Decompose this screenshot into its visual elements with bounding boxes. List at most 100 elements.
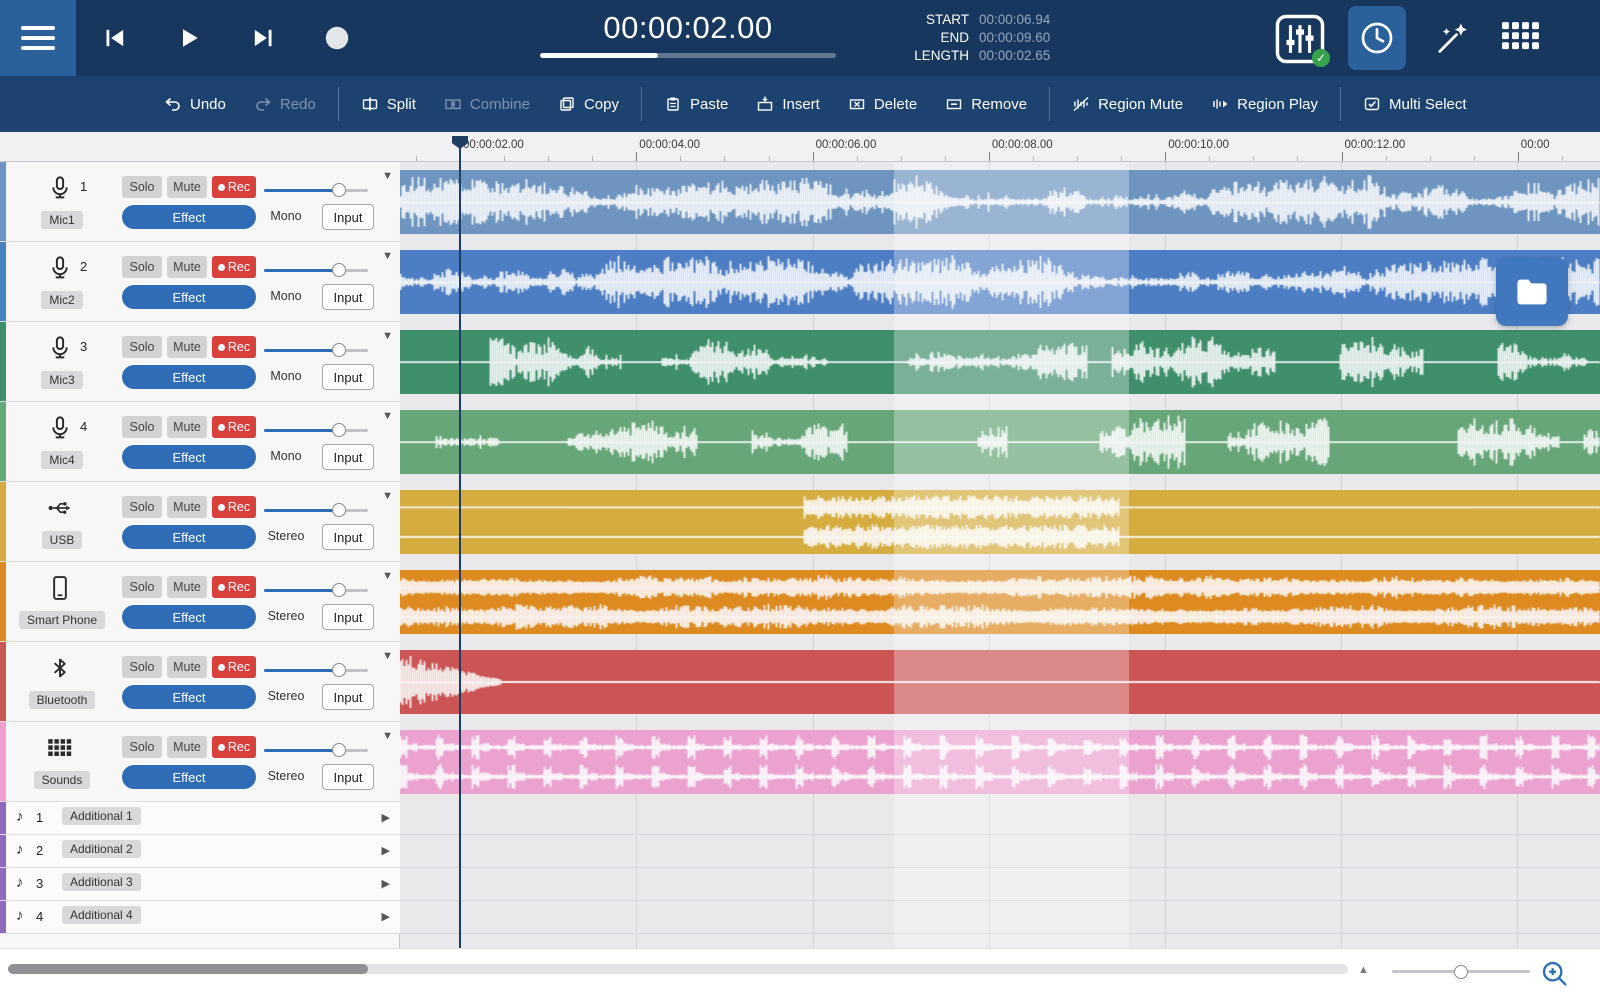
toolbar-item-multi-select[interactable]: Multi Select [1349, 76, 1481, 132]
solo-button[interactable]: Solo [122, 176, 162, 198]
additional-track-row[interactable]: ♪ 4 Additional 4 ▶ [0, 901, 400, 934]
record-button[interactable] [314, 15, 360, 61]
effect-button[interactable]: Effect [122, 685, 256, 709]
chevron-right-icon[interactable]: ▶ [382, 844, 390, 857]
input-button[interactable]: Input [322, 764, 374, 790]
volume-slider[interactable] [264, 343, 368, 357]
additional-track-row[interactable]: ♪ 2 Additional 2 ▶ [0, 835, 400, 868]
mute-button[interactable]: Mute [167, 416, 207, 438]
menu-button[interactable] [0, 0, 76, 76]
solo-button[interactable]: Solo [122, 336, 162, 358]
volume-slider[interactable] [264, 423, 368, 437]
mute-button[interactable]: Mute [167, 256, 207, 278]
mute-button[interactable]: Mute [167, 336, 207, 358]
chevron-down-icon[interactable]: ▼ [382, 170, 393, 182]
chevron-right-icon[interactable]: ▶ [382, 811, 390, 824]
solo-button[interactable]: Solo [122, 496, 162, 518]
record-arm-button[interactable]: Rec [212, 736, 256, 758]
solo-button[interactable]: Solo [122, 256, 162, 278]
wand-button[interactable] [1432, 18, 1472, 58]
skip-back-button[interactable] [92, 15, 138, 61]
selection-region-overlay[interactable] [894, 162, 1129, 948]
solo-button[interactable]: Solo [122, 576, 162, 598]
mute-button[interactable]: Mute [167, 656, 207, 678]
effect-button[interactable]: Effect [122, 525, 256, 549]
input-button[interactable]: Input [322, 444, 374, 470]
volume-slider[interactable] [264, 663, 368, 677]
toolbar-item-split[interactable]: Split [347, 76, 430, 132]
volume-slider[interactable] [264, 583, 368, 597]
mixer-button[interactable]: ✓ [1274, 13, 1326, 65]
chevron-down-icon[interactable]: ▼ [382, 650, 393, 662]
chevron-down-icon[interactable]: ▼ [382, 250, 393, 262]
toolbar-item-undo[interactable]: Undo [150, 76, 240, 132]
effect-button[interactable]: Effect [122, 605, 256, 629]
chevron-down-icon[interactable]: ▼ [382, 330, 393, 342]
clock-tool-button[interactable] [1348, 6, 1406, 70]
input-button[interactable]: Input [322, 364, 374, 390]
toolbar-item-remove[interactable]: Remove [931, 76, 1041, 132]
record-arm-button[interactable]: Rec [212, 256, 256, 278]
chevron-down-icon[interactable]: ▼ [382, 730, 393, 742]
timeline-ruler[interactable]: 00:00:02.0000:00:04.0000:00:06.0000:00:0… [0, 132, 1600, 162]
collapse-arrow-icon[interactable]: ▲ [1358, 964, 1369, 976]
input-button[interactable]: Input [322, 604, 374, 630]
volume-slider-handle[interactable] [332, 423, 346, 437]
record-arm-button[interactable]: Rec [212, 336, 256, 358]
zoom-slider-handle[interactable] [1454, 965, 1468, 979]
toolbar-item-delete[interactable]: Delete [834, 76, 931, 132]
effect-button[interactable]: Effect [122, 205, 256, 229]
input-button[interactable]: Input [322, 204, 374, 230]
chevron-down-icon[interactable]: ▼ [382, 410, 393, 422]
record-arm-button[interactable]: Rec [212, 576, 256, 598]
mute-button[interactable]: Mute [167, 736, 207, 758]
volume-slider-handle[interactable] [332, 343, 346, 357]
record-arm-button[interactable]: Rec [212, 416, 256, 438]
toolbar-item-paste[interactable]: Paste [650, 76, 742, 132]
additional-track-row[interactable]: ♪ 1 Additional 1 ▶ [0, 802, 400, 835]
volume-slider-handle[interactable] [332, 183, 346, 197]
additional-track-row[interactable]: ♪ 3 Additional 3 ▶ [0, 868, 400, 901]
volume-slider[interactable] [264, 503, 368, 517]
playhead-line[interactable] [459, 147, 461, 948]
solo-button[interactable]: Solo [122, 736, 162, 758]
mute-button[interactable]: Mute [167, 176, 207, 198]
apps-grid-button[interactable] [1502, 22, 1542, 54]
chevron-right-icon[interactable]: ▶ [382, 910, 390, 923]
toolbar-item-copy[interactable]: Copy [544, 76, 633, 132]
zoom-slider[interactable] [1392, 965, 1530, 979]
solo-button[interactable]: Solo [122, 656, 162, 678]
effect-button[interactable]: Effect [122, 765, 256, 789]
volume-slider-handle[interactable] [332, 583, 346, 597]
input-button[interactable]: Input [322, 284, 374, 310]
input-button[interactable]: Input [322, 524, 374, 550]
toolbar-item-insert[interactable]: Insert [742, 76, 834, 132]
chevron-right-icon[interactable]: ▶ [382, 877, 390, 890]
effect-button[interactable]: Effect [122, 285, 256, 309]
effect-button[interactable]: Effect [122, 445, 256, 469]
volume-slider[interactable] [264, 743, 368, 757]
record-arm-button[interactable]: Rec [212, 656, 256, 678]
scrollbar-thumb[interactable] [8, 964, 368, 974]
chevron-down-icon[interactable]: ▼ [382, 490, 393, 502]
volume-slider-handle[interactable] [332, 503, 346, 517]
horizontal-scrollbar[interactable] [8, 964, 1348, 974]
record-arm-button[interactable]: Rec [212, 176, 256, 198]
mute-button[interactable]: Mute [167, 496, 207, 518]
volume-slider-handle[interactable] [332, 263, 346, 277]
play-button[interactable] [166, 15, 212, 61]
input-button[interactable]: Input [322, 684, 374, 710]
solo-button[interactable]: Solo [122, 416, 162, 438]
waveform-lanes[interactable] [400, 162, 1600, 948]
volume-slider-handle[interactable] [332, 743, 346, 757]
record-arm-button[interactable]: Rec [212, 496, 256, 518]
volume-slider[interactable] [264, 263, 368, 277]
effect-button[interactable]: Effect [122, 365, 256, 389]
toolbar-item-region-mute[interactable]: Region Mute [1058, 76, 1197, 132]
chevron-down-icon[interactable]: ▼ [382, 570, 393, 582]
volume-slider-handle[interactable] [332, 663, 346, 677]
skip-forward-button[interactable] [240, 15, 286, 61]
file-folder-button[interactable] [1496, 258, 1568, 326]
toolbar-item-region-play[interactable]: Region Play [1197, 76, 1332, 132]
mute-button[interactable]: Mute [167, 576, 207, 598]
